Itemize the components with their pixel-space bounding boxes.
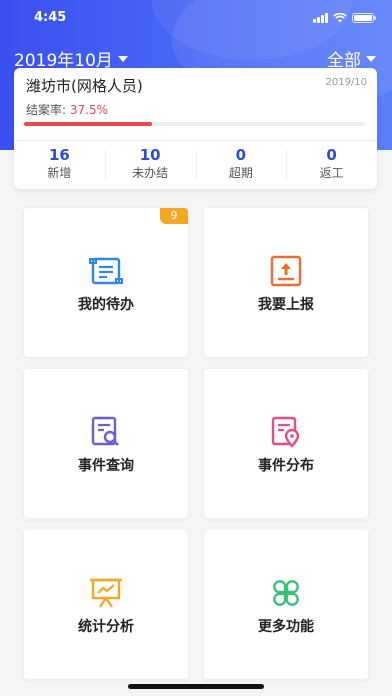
stat-overdue-value: 0 bbox=[235, 146, 247, 164]
stat-new-label: 新增 bbox=[47, 166, 72, 180]
tile-statistics[interactable]: 统计分析 bbox=[24, 530, 188, 679]
caret-down-icon bbox=[117, 55, 128, 62]
stats-row: 16 新增 10 未办结 0 超期 0 返工 bbox=[14, 146, 377, 184]
home-indicator[interactable] bbox=[128, 684, 264, 689]
tile-event-distribution[interactable]: 事件分布 bbox=[204, 369, 368, 518]
stat-unfinished-label: 未办结 bbox=[132, 166, 169, 180]
stat-rework-value: 0 bbox=[326, 146, 337, 164]
status-time: 4:45 bbox=[34, 10, 67, 25]
caret-down-icon bbox=[366, 55, 376, 62]
document-location-icon bbox=[267, 415, 305, 449]
closing-rate-label: 结案率: bbox=[26, 103, 67, 117]
tile-statistics-label: 统计分析 bbox=[78, 619, 134, 635]
tile-more[interactable]: 更多功能 bbox=[204, 530, 368, 679]
divider bbox=[14, 140, 377, 141]
scroll-list-icon bbox=[87, 254, 125, 288]
battery-icon bbox=[352, 13, 376, 23]
tile-my-todo[interactable]: 9 我的待办 bbox=[24, 208, 188, 357]
tile-event-query-label: 事件查询 bbox=[78, 458, 134, 474]
stat-unfinished[interactable]: 10 未办结 bbox=[104, 146, 196, 184]
status-bar: 4:45 bbox=[0, 10, 392, 30]
upload-icon bbox=[267, 254, 305, 288]
todo-count-badge: 9 bbox=[160, 208, 188, 224]
clover-icon bbox=[267, 576, 305, 610]
summary-card: 潍坊市(网格人员) 2019/10 结案率: 37.5% 16 新增 10 未办… bbox=[14, 68, 377, 189]
presentation-chart-icon bbox=[87, 576, 125, 610]
stat-overdue[interactable]: 0 超期 bbox=[195, 146, 287, 184]
region-title: 潍坊市(网格人员) bbox=[26, 77, 143, 95]
stat-overdue-label: 超期 bbox=[228, 166, 253, 180]
stat-rework[interactable]: 0 返工 bbox=[286, 146, 377, 184]
stat-rework-label: 返工 bbox=[319, 166, 344, 180]
tile-report-label: 我要上报 bbox=[258, 297, 314, 313]
closing-rate-bar bbox=[24, 122, 365, 126]
document-search-icon bbox=[87, 415, 125, 449]
wifi-icon bbox=[333, 13, 347, 23]
tile-event-distribution-label: 事件分布 bbox=[258, 458, 314, 474]
tile-event-query[interactable]: 事件查询 bbox=[24, 369, 188, 518]
stat-new-value: 16 bbox=[48, 146, 70, 164]
closing-rate: 结案率: 37.5% bbox=[26, 101, 108, 118]
status-icons bbox=[313, 13, 376, 23]
stat-unfinished-value: 10 bbox=[139, 146, 161, 164]
cellular-signal-icon bbox=[313, 13, 328, 23]
tile-report[interactable]: 我要上报 bbox=[204, 208, 368, 357]
summary-date: 2019/10 bbox=[325, 77, 367, 88]
closing-rate-value: 37.5% bbox=[69, 103, 108, 117]
tile-more-label: 更多功能 bbox=[258, 619, 314, 635]
stat-new[interactable]: 16 新增 bbox=[14, 146, 105, 184]
tile-my-todo-label: 我的待办 bbox=[78, 297, 134, 313]
closing-rate-bar-fill bbox=[24, 122, 152, 126]
